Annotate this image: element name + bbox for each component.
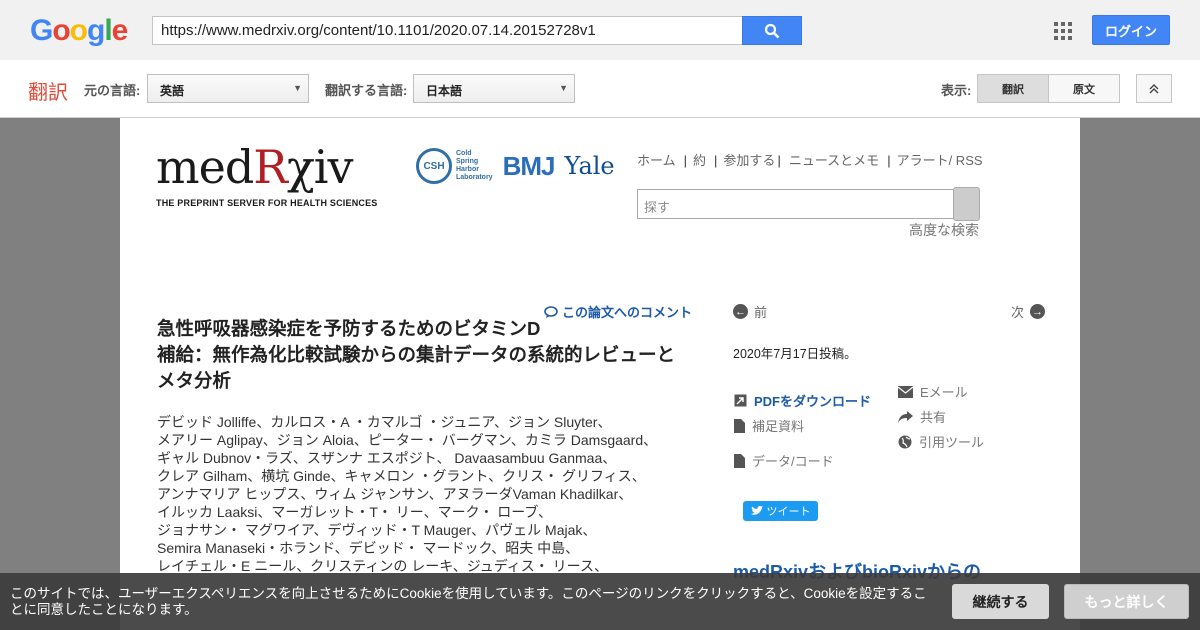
site-search-button[interactable]: [953, 187, 980, 221]
target-language-value: 日本語: [426, 84, 463, 98]
google-logo-letter: e: [111, 14, 129, 47]
csh-logo[interactable]: CSH Cold Spring Harbor Laboratory: [416, 148, 493, 184]
author-line: クレア Gilham、横坑 Ginde、キャメロン ・グラント、クリス・ グリフ…: [157, 468, 646, 484]
site-search-input[interactable]: 探す: [637, 189, 955, 219]
twitter-icon: [750, 506, 763, 515]
tweet-button[interactable]: ツイート: [743, 501, 818, 521]
login-button[interactable]: ログイン: [1092, 15, 1170, 45]
google-logo-letter: o: [52, 14, 70, 47]
supplementary-label: 補足資料: [752, 419, 805, 434]
advanced-search-link[interactable]: 高度な検索: [909, 220, 979, 240]
source-language-value: 英語: [160, 84, 185, 98]
wordmark-post: χiv: [286, 140, 354, 194]
dropdown-arrow-icon: ▼: [293, 83, 302, 93]
arrow-right-icon: →: [1030, 304, 1046, 319]
search-button[interactable]: [742, 16, 802, 45]
translate-bar: 翻訳 元の言語: 英語 ▼ 翻訳する言語: 日本語 ▼ 表示: 翻訳 原文: [0, 60, 1200, 118]
paper-title: 急性呼吸器感染症を予防するためのビタミンD 補給：無作為化比較試験からの集計デー…: [157, 316, 687, 394]
globe-icon: [898, 435, 912, 448]
author-line: ギャル Dubnov・ラズ、スザンナ エスポジト、 Davaasambuu Ga…: [157, 450, 617, 466]
download-pdf-label: PDFをダウンロード: [754, 394, 872, 409]
wordmark-r: R: [253, 140, 288, 194]
next-link[interactable]: 次 →: [1011, 302, 1046, 321]
url-input[interactable]: https://www.medrxiv.org/content/10.1101/…: [152, 16, 744, 45]
bmj-logo[interactable]: BMJ: [503, 151, 556, 182]
google-logo[interactable]: Google: [30, 14, 129, 48]
posted-date: 2020年7月17日投稿。: [733, 347, 857, 361]
author-line: デビッド Jolliffe、カルロス・A ・カマルゴ ・ジュニア、ジョン Slu…: [157, 414, 612, 430]
view-label: 表示:: [941, 83, 972, 98]
next-label: 次: [1011, 305, 1025, 320]
learn-more-button[interactable]: もっと詳しく: [1064, 584, 1189, 619]
source-language-select[interactable]: 英語 ▼: [147, 74, 309, 103]
yale-logo[interactable]: Yale: [564, 152, 614, 180]
paper-title-line: 急性呼吸器感染症を予防するためのビタミンD: [157, 318, 541, 339]
dropdown-arrow-icon: ▼: [559, 83, 568, 93]
apps-grid-icon[interactable]: [1054, 22, 1072, 40]
envelope-icon: [898, 385, 913, 398]
author-list: デビッド Jolliffe、カルロス・A ・カマルゴ ・ジュニア、ジョン Slu…: [157, 413, 697, 575]
cite-tools-label: 引用ツール: [919, 435, 985, 450]
google-bar: Google https://www.medrxiv.org/content/1…: [0, 0, 1200, 60]
email-link[interactable]: Eメール: [898, 382, 968, 401]
supplementary-link[interactable]: 補足資料: [734, 416, 804, 435]
view-translated-button[interactable]: 翻訳: [977, 74, 1049, 103]
author-line: イルッカ Laaksi、マーガレット・T・ リー、マーク・ ローブ、: [157, 504, 553, 520]
page-content: medRχiv THE PREPRINT SERVER FOR HEALTH S…: [120, 118, 1080, 630]
file-icon: [734, 418, 745, 433]
wordmark-pre: med: [156, 140, 254, 194]
source-language-label: 元の言語:: [84, 83, 141, 98]
view-original-button[interactable]: 原文: [1048, 74, 1120, 103]
author-line: メアリー Aglipay、ジョン Aloia、ピーター・ バーグマン、カミラ D…: [157, 432, 658, 448]
file-icon: [734, 453, 745, 468]
partner-logos: CSH Cold Spring Harbor Laboratory BMJ Yale: [416, 148, 615, 184]
arrow-left-icon: ←: [733, 304, 748, 319]
google-logo-letter: G: [30, 14, 53, 47]
author-line: ジョナサン・ マグワイア、デヴィッド・T Mauger、パヴェル Majak、: [157, 522, 597, 538]
nav-about[interactable]: 約: [693, 153, 706, 168]
google-logo-letter: l: [104, 14, 112, 47]
data-code-label: データ/コード: [752, 454, 834, 469]
collapse-button[interactable]: [1136, 74, 1172, 103]
nav-alerts[interactable]: アラート/ RSS: [897, 153, 983, 168]
nav-news[interactable]: ニュースとメモ: [789, 153, 879, 168]
top-nav: ホーム | 約 | 参加する | ニュースとメモ | アラート/ RSS: [637, 153, 983, 168]
csh-text: Cold Spring Harbor Laboratory: [456, 150, 493, 181]
prev-link[interactable]: ← 前: [733, 302, 767, 321]
continue-button[interactable]: 継続する: [952, 584, 1049, 619]
target-language-select[interactable]: 日本語 ▼: [413, 74, 575, 103]
cookie-text: このサイトでは、ユーザーエクスペリエンスを向上させるためにCookieを使用して…: [10, 586, 927, 617]
tagline: THE PREPRINT SERVER FOR HEALTH SCIENCES: [156, 198, 378, 208]
paper-title-line: メタ分析: [157, 370, 232, 391]
download-pdf-link[interactable]: PDFをダウンロード: [734, 391, 871, 410]
nav-home[interactable]: ホーム: [637, 153, 676, 168]
translate-logo[interactable]: 翻訳: [28, 76, 68, 105]
csh-abbr: CSH: [416, 148, 452, 184]
email-label: Eメール: [920, 385, 968, 400]
nav-submit[interactable]: 参加する: [723, 153, 775, 168]
paper-title-line: 補給：無作為化比較試験からの集計データの系統的レビューと: [157, 344, 676, 365]
google-logo-letter: g: [87, 14, 105, 47]
chevron-up-icon: [1149, 83, 1159, 93]
cookie-banner: このサイトでは、ユーザーエクスペリエンスを向上させるためにCookieを使用して…: [0, 573, 1200, 630]
search-icon: [764, 23, 780, 38]
prev-label: 前: [754, 305, 768, 320]
google-logo-letter: o: [69, 14, 88, 47]
target-language-label: 翻訳する言語:: [325, 83, 408, 98]
cite-tools-link[interactable]: 引用ツール: [898, 432, 984, 451]
share-link[interactable]: 共有: [898, 407, 946, 426]
download-icon: [734, 394, 747, 407]
tweet-label: ツイート: [766, 506, 811, 518]
author-line: アンナマリア ヒップス、ウィム ジャンサン、アヌラーダVaman Khadilk…: [157, 486, 633, 502]
share-label: 共有: [920, 410, 947, 425]
share-icon: [898, 410, 913, 423]
medrxiv-logo[interactable]: medRχiv THE PREPRINT SERVER FOR HEALTH S…: [156, 142, 378, 208]
author-line: Semira Manaseki・ホランド、デビッド・ マードック、昭夫 中島、: [157, 540, 580, 556]
data-code-link[interactable]: データ/コード: [734, 451, 834, 470]
